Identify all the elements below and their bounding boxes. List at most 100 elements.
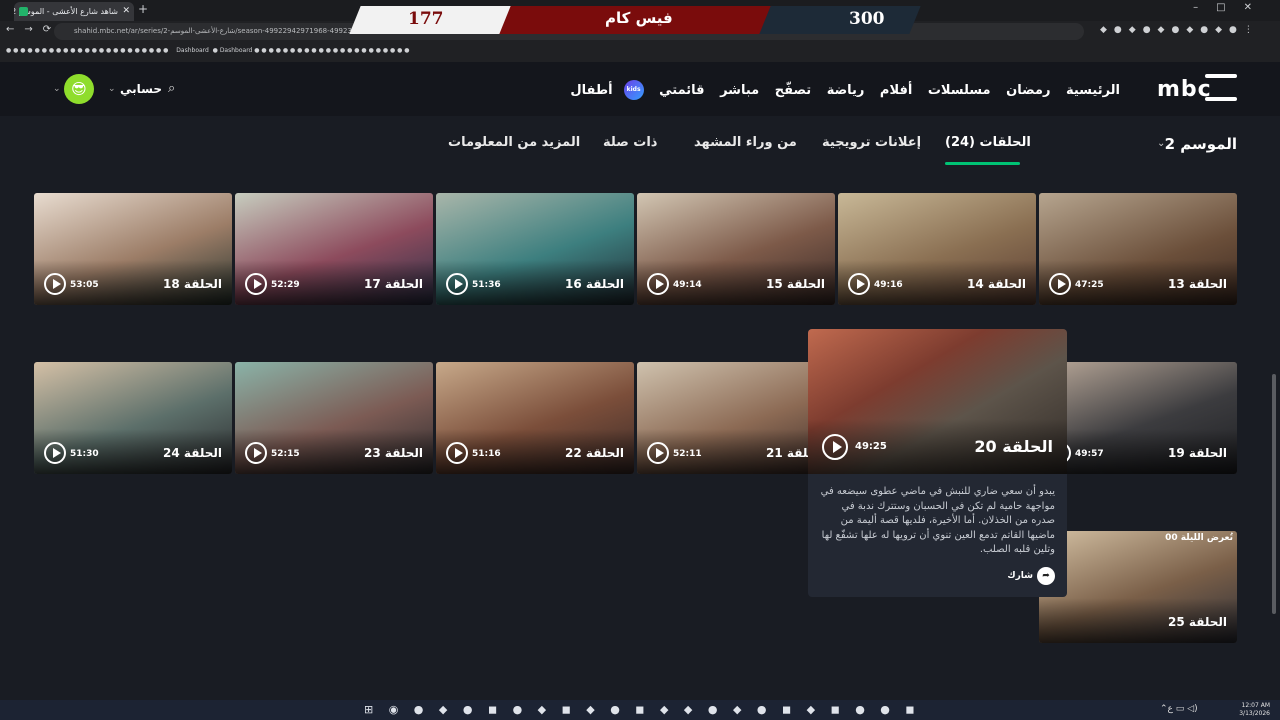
play-icon[interactable]	[848, 273, 870, 295]
popup-episode-title: الحلقة 20	[974, 437, 1053, 456]
episode-card[interactable]: الحلقة 18 53:05	[34, 193, 232, 305]
season-chevron-icon[interactable]: ⌄	[1157, 138, 1165, 149]
bookmark-dashboard-1[interactable]: Dashboard	[176, 47, 209, 54]
play-icon[interactable]	[245, 273, 267, 295]
episode-duration: 52:11	[673, 449, 702, 459]
episode-card[interactable]: الحلقة 14 49:16	[838, 193, 1036, 305]
play-icon[interactable]	[647, 442, 669, 464]
tab-behind-scenes[interactable]: من وراء المشهد	[694, 135, 797, 150]
episode-title: الحلقة 25	[1168, 615, 1227, 629]
browser-tab[interactable]: شاهد شارع الأعشى - الموسم 2 | ✕	[14, 2, 134, 21]
nav-live[interactable]: مباشر	[720, 83, 759, 98]
play-icon[interactable]	[245, 442, 267, 464]
avatar[interactable]: 😎	[64, 74, 94, 104]
tab-episodes[interactable]: الحلقات (24)	[945, 135, 1031, 150]
episode-title: الحلقة 17	[364, 277, 423, 291]
browser-tab-title: شاهد شارع الأعشى - الموسم 2 |	[14, 7, 118, 16]
popup-description: يبدو أن سعي ضاري للنبش في ماضي عطوى سيضع…	[820, 486, 1055, 555]
season-selector[interactable]: الموسم 2	[1165, 135, 1237, 153]
episode-card[interactable]: الحلقة 19 49:57	[1039, 362, 1237, 474]
play-icon[interactable]	[1049, 273, 1071, 295]
nav-series[interactable]: مسلسلات	[928, 83, 991, 98]
share-button[interactable]: ➦ شارك	[1007, 567, 1055, 585]
nav-home[interactable]: الرئيسية	[1066, 83, 1120, 98]
browser-nav-icons[interactable]: ←→⟳	[6, 24, 61, 35]
shahid-favicon-icon	[19, 7, 28, 16]
episode-duration: 51:16	[472, 449, 501, 459]
episode-duration: 49:14	[673, 280, 702, 290]
episode-duration: 49:16	[874, 280, 903, 290]
episode-title: الحلقة 13	[1168, 277, 1227, 291]
nav-ramadan[interactable]: رمضان	[1006, 83, 1050, 98]
nav-sports[interactable]: رياضة	[827, 83, 865, 98]
play-icon[interactable]	[44, 442, 66, 464]
tab-more-info[interactable]: المزيد من المعلومات	[448, 135, 580, 150]
bookmark-dashboard-2[interactable]: Dashboard	[220, 47, 253, 54]
share-icon: ➦	[1037, 567, 1055, 585]
tab-related[interactable]: ذات صلة	[603, 135, 657, 150]
system-tray-icons[interactable]: ⌃ع ▭ ◁)	[1160, 704, 1198, 714]
episode-card[interactable]: الحلقة 23 52:15	[235, 362, 433, 474]
score-overlay: 177 فيس كام 300	[349, 6, 927, 34]
episode-title: الحلقة 15	[766, 277, 825, 291]
tab-trailers[interactable]: إعلانات ترويجية	[822, 135, 921, 150]
episode-duration: 53:05	[70, 280, 99, 290]
episode-card[interactable]: الحلقة 15 49:14	[637, 193, 835, 305]
search-icon[interactable]: ⌕	[168, 81, 175, 96]
taskbar-app-icons[interactable]: ⊞ ◉ ● ◆ ● ◼ ● ◆ ◼ ◆ ● ◼ ◆ ◆ ● ◆ ● ◼ ◆ ◼ …	[364, 703, 921, 716]
bookmarks-bar: ● ● ● ● ● ● ● ● ● ● ● ● ● ● ● ● ● ● ● ● …	[6, 47, 410, 54]
avatar-chevron-icon[interactable]: ⌄	[53, 84, 61, 94]
play-icon[interactable]	[446, 442, 468, 464]
episode-card[interactable]: الحلقة 17 52:29	[235, 193, 433, 305]
play-icon[interactable]	[44, 273, 66, 295]
clock-time: 12:07 AM	[1241, 702, 1270, 709]
close-tab-icon[interactable]: ✕	[122, 2, 130, 21]
episode-title: الحلقة 19	[1168, 446, 1227, 460]
upcoming-episode-card[interactable]: تُعرض الليلة 00 الحلقة 25	[1039, 531, 1237, 643]
episode-title: الحلقة 24	[163, 446, 222, 460]
episode-duration: 51:30	[70, 449, 99, 459]
episode-duration: 52:29	[271, 280, 300, 290]
main-nav: الرئيسية رمضان مسلسلات أفلام رياضة تصفّح…	[559, 80, 1120, 100]
share-label: شارك	[1007, 571, 1033, 581]
clock-date: 3/13/2026	[1239, 710, 1270, 717]
episode-card[interactable]: الحلقة 21 52:11	[637, 362, 835, 474]
page-scrollbar[interactable]	[1272, 374, 1276, 614]
nav-mylist[interactable]: قائمتي	[659, 83, 704, 98]
clock[interactable]: 12:07 AM 3/13/2026	[1239, 702, 1270, 718]
extensions-icons[interactable]: ◆●◆●◆●◆●◆●⋮	[1100, 25, 1260, 35]
nav-movies[interactable]: أفلام	[880, 83, 912, 98]
episode-title: الحلقة 22	[565, 446, 624, 460]
overlay-title: فيس كام	[605, 9, 673, 27]
episode-duration: 52:15	[271, 449, 300, 459]
episode-card[interactable]: الحلقة 24 51:30	[34, 362, 232, 474]
episode-card[interactable]: الحلقة 22 51:16	[436, 362, 634, 474]
nav-browse[interactable]: تصفّح	[775, 83, 811, 98]
overlay-left-score: 177	[408, 9, 444, 29]
overlay-right-score: 300	[849, 9, 885, 29]
episode-card[interactable]: الحلقة 16 51:36	[436, 193, 634, 305]
episode-title: الحلقة 23	[364, 446, 423, 460]
episode-duration: 51:36	[472, 280, 501, 290]
kids-badge-icon[interactable]: kids	[623, 80, 644, 100]
account-chevron-icon[interactable]: ⌄	[108, 84, 116, 94]
window-controls[interactable]: –□✕	[1193, 2, 1270, 13]
new-tab-icon[interactable]: +	[138, 2, 148, 16]
url-text: shahid.mbc.net/ar/series/2-شارع-الأعشى-ا…	[74, 27, 393, 35]
airing-tonight-banner: تُعرض الليلة 00	[1165, 533, 1233, 543]
popup-duration: 49:25	[855, 441, 887, 452]
popup-play-icon[interactable]	[822, 434, 848, 460]
play-icon[interactable]	[446, 273, 468, 295]
account-label[interactable]: حسابي	[120, 82, 162, 96]
episode-preview-popup[interactable]: الحلقة 20 49:25 يبدو أن سعي ضاري للنبش ف…	[808, 329, 1067, 597]
active-tab-indicator	[945, 162, 1020, 165]
mbc-logo[interactable]: mbc	[1157, 77, 1212, 102]
nav-kids[interactable]: أطفال	[570, 83, 612, 98]
episode-duration: 49:57	[1075, 449, 1104, 459]
episode-title: الحلقة 14	[967, 277, 1026, 291]
episode-title: الحلقة 18	[163, 277, 222, 291]
episode-duration: 47:25	[1075, 280, 1104, 290]
episode-card[interactable]: الحلقة 13 47:25	[1039, 193, 1237, 305]
play-icon[interactable]	[647, 273, 669, 295]
windows-taskbar: ⊞ ◉ ● ◆ ● ◼ ● ◆ ◼ ◆ ● ◼ ◆ ◆ ● ◆ ● ◼ ◆ ◼ …	[0, 700, 1280, 720]
